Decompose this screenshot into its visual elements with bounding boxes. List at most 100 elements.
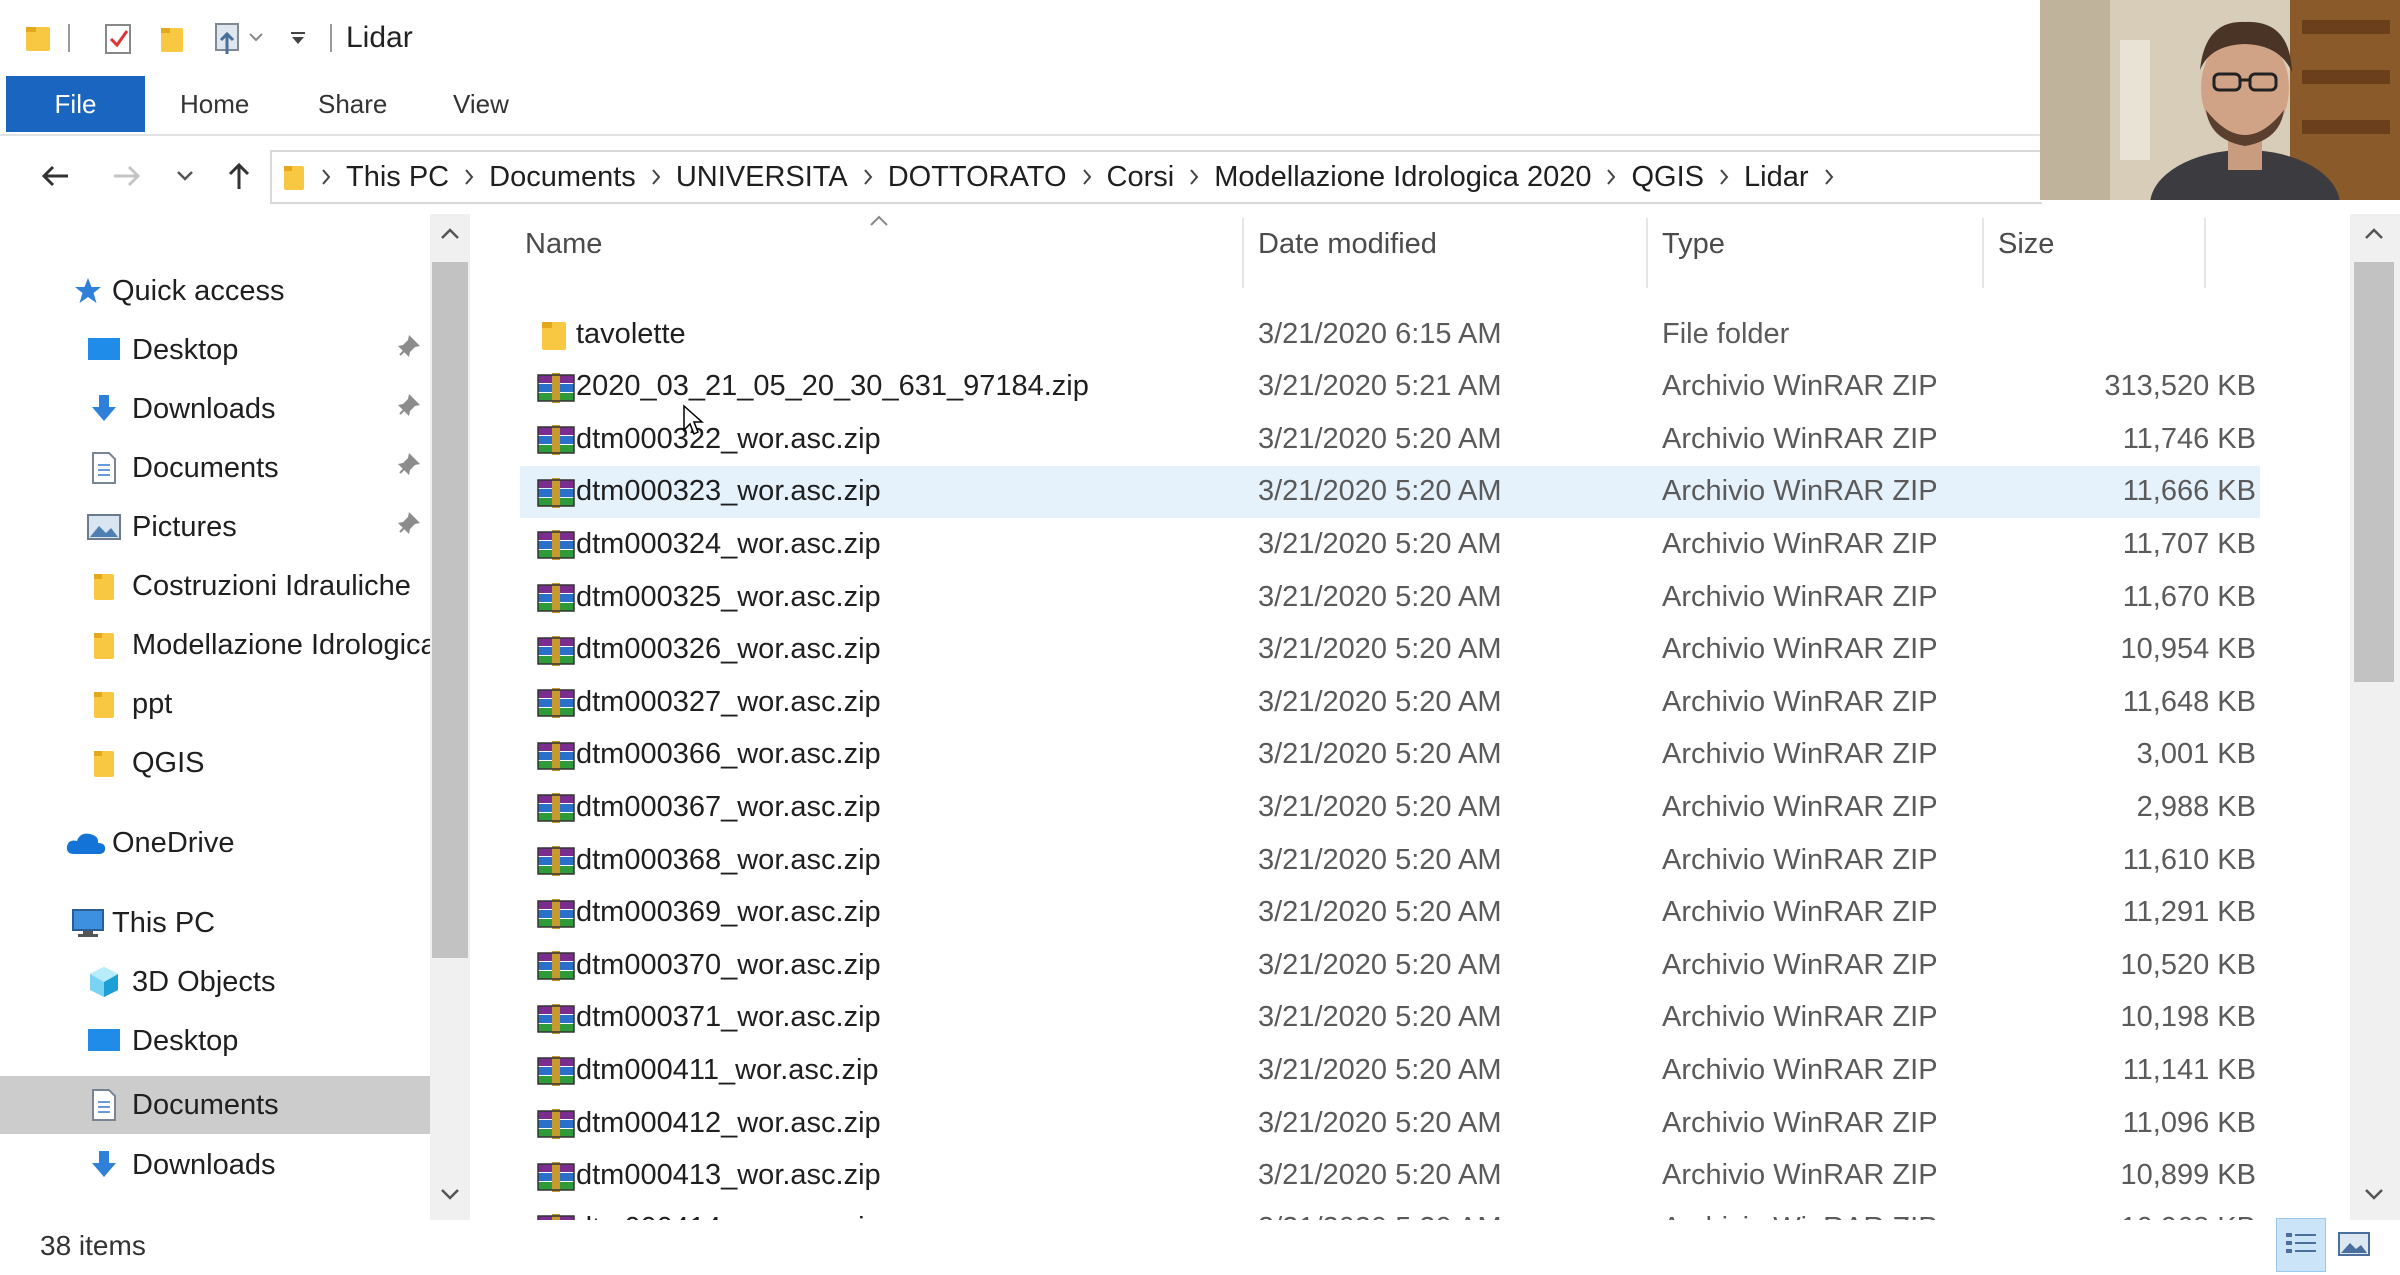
sidebar-item-documents[interactable]: Documents — [0, 439, 430, 497]
file-row[interactable]: dtm000368_wor.asc.zip 3/21/2020 5:20 AM Ar… — [520, 834, 2260, 886]
column-header-type[interactable]: Type — [1662, 228, 1725, 261]
details-view-icon[interactable] — [2276, 1218, 2326, 1272]
sidebar-item-downloads[interactable]: Downloads — [0, 380, 430, 438]
file-row[interactable]: dtm000413_wor.asc.zip 3/21/2020 5:20 AM Ar… — [520, 1150, 2260, 1202]
file-row[interactable]: dtm000367_wor.asc.zip 3/21/2020 5:20 AM Ar… — [520, 781, 2260, 833]
list-scrollbar-thumb[interactable] — [2354, 262, 2394, 682]
up-arrow-icon[interactable] — [222, 150, 256, 202]
large-icons-view-icon[interactable] — [2330, 1218, 2378, 1270]
file-row[interactable]: 2020_03_21_05_20_30_631_97184.zip 3/21/20… — [520, 361, 2260, 413]
file-row[interactable]: dtm000371_wor.asc.zip 3/21/2020 5:20 AM Ar… — [520, 992, 2260, 1044]
file-name: dtm000368_wor.asc.zip — [576, 843, 881, 876]
address-bar[interactable]: This PC Documents UNIVERSITA DOTTORATO C… — [270, 150, 2042, 204]
sidebar-item-label: Pictures — [132, 510, 237, 543]
winrar-archive-icon — [536, 949, 576, 983]
file-row[interactable]: dtm000324_wor.asc.zip 3/21/2020 5:20 AM Ar… — [520, 518, 2260, 570]
sidebar-item-costruzioni-idrauliche[interactable]: Costruzioni Idrauliche — [0, 557, 430, 615]
file-row[interactable]: dtm000370_wor.asc.zip 3/21/2020 5:20 AM Ar… — [520, 939, 2260, 991]
tab-home[interactable]: Home — [180, 76, 249, 132]
breadcrumb-documents[interactable]: Documents — [489, 161, 636, 194]
tab-share[interactable]: Share — [318, 76, 387, 132]
breadcrumb-universita[interactable]: UNIVERSITA — [676, 161, 848, 194]
scroll-down-icon[interactable] — [438, 1186, 462, 1207]
sidebar-item-downloads[interactable]: Downloads — [0, 1136, 430, 1194]
breadcrumb-chevron-icon[interactable] — [1188, 168, 1200, 186]
breadcrumb-modellazione[interactable]: Modellazione Idrologica 2020 — [1214, 161, 1591, 194]
sidebar-item-desktop[interactable]: Desktop — [0, 321, 430, 379]
column-divider[interactable] — [1982, 218, 1984, 288]
customize-toolbar-icon[interactable] — [210, 18, 270, 58]
file-row[interactable]: dtm000326_wor.asc.zip 3/21/2020 5:20 AM Ar… — [520, 624, 2260, 676]
file-row[interactable]: dtm000411_wor.asc.zip 3/21/2020 5:20 AM Ar… — [520, 1044, 2260, 1096]
scroll-up-icon[interactable] — [438, 226, 462, 247]
sidebar-item-label: This PC — [112, 906, 216, 939]
sidebar-item-3d-objects[interactable]: 3D Objects — [0, 953, 430, 1011]
file-date: 3/21/2020 5:20 AM — [1258, 475, 1502, 508]
chevron-down-icon[interactable] — [284, 18, 312, 58]
file-row[interactable]: dtm000412_wor.asc.zip 3/21/2020 5:20 AM Ar… — [520, 1097, 2260, 1149]
breadcrumb-chevron-icon[interactable] — [320, 168, 332, 186]
file-row[interactable]: dtm000414_wor.asc.zip 3/21/2020 5:20 AM Ar… — [520, 1202, 2260, 1220]
sidebar-item-documents[interactable]: Documents — [0, 1076, 430, 1134]
breadcrumb-chevron-icon[interactable] — [650, 168, 662, 186]
file-date: 3/21/2020 5:20 AM — [1258, 685, 1502, 718]
scroll-up-icon[interactable] — [2362, 226, 2386, 247]
file-size: 10,899 KB — [2120, 1159, 2256, 1192]
toolbar-separator — [330, 24, 332, 52]
pin-icon[interactable] — [396, 451, 422, 485]
breadcrumb-chevron-icon[interactable] — [1081, 168, 1093, 186]
breadcrumb-chevron-icon[interactable] — [1823, 168, 1835, 186]
new-folder-icon[interactable] — [154, 18, 190, 58]
file-date: 3/21/2020 5:20 AM — [1258, 738, 1502, 771]
tab-view[interactable]: View — [453, 76, 509, 132]
breadcrumb-dottorato[interactable]: DOTTORATO — [888, 161, 1067, 194]
folder-icon — [90, 747, 118, 779]
breadcrumb-chevron-icon[interactable] — [463, 168, 475, 186]
sidebar-item-desktop[interactable]: Desktop — [0, 1012, 430, 1070]
column-header-date[interactable]: Date modified — [1258, 228, 1437, 261]
scroll-down-icon[interactable] — [2362, 1186, 2386, 1207]
properties-icon[interactable] — [98, 18, 138, 58]
pin-icon[interactable] — [396, 510, 422, 544]
sidebar-item-modellazione-idrologica[interactable]: Modellazione Idrologica 2020 — [0, 616, 430, 674]
sidebar-item-qgis[interactable]: QGIS — [0, 734, 430, 792]
sidebar-item-pictures[interactable]: Pictures — [0, 498, 430, 556]
sidebar-item-quick-access[interactable]: Quick access — [0, 262, 430, 320]
file-row[interactable]: tavolette 3/21/2020 6:15 AM File folder — [520, 308, 2260, 360]
breadcrumb-corsi[interactable]: Corsi — [1107, 161, 1175, 194]
file-row[interactable]: dtm000366_wor.asc.zip 3/21/2020 5:20 AM Ar… — [520, 729, 2260, 781]
file-row[interactable]: dtm000322_wor.asc.zip 3/21/2020 5:20 AM Ar… — [520, 413, 2260, 465]
column-divider[interactable] — [1242, 218, 1244, 288]
forward-arrow-icon[interactable] — [106, 150, 148, 202]
file-type: File folder — [1662, 317, 1790, 350]
pin-icon[interactable] — [396, 333, 422, 367]
sidebar-item-onedrive[interactable]: OneDrive — [0, 814, 430, 872]
file-date: 3/21/2020 5:20 AM — [1258, 633, 1502, 666]
file-row[interactable]: dtm000325_wor.asc.zip 3/21/2020 5:20 AM Ar… — [520, 571, 2260, 623]
tab-file[interactable]: File — [6, 76, 145, 132]
breadcrumb-chevron-icon[interactable] — [862, 168, 874, 186]
nav-scrollbar-thumb[interactable] — [432, 262, 468, 958]
file-date: 3/21/2020 5:20 AM — [1258, 896, 1502, 929]
computer-icon — [70, 908, 106, 938]
breadcrumb-this-pc[interactable]: This PC — [346, 161, 449, 194]
recent-locations-chevron-icon[interactable] — [170, 150, 200, 202]
column-divider[interactable] — [2204, 218, 2206, 288]
sidebar-item-ppt[interactable]: ppt — [0, 675, 430, 733]
breadcrumb-qgis[interactable]: QGIS — [1631, 161, 1704, 194]
breadcrumb-lidar[interactable]: Lidar — [1744, 161, 1809, 194]
file-name: dtm000414_wor.asc.zip — [576, 1212, 881, 1220]
column-divider[interactable] — [1646, 218, 1648, 288]
back-arrow-icon[interactable] — [34, 150, 76, 202]
breadcrumb-chevron-icon[interactable] — [1605, 168, 1617, 186]
file-row[interactable]: dtm000327_wor.asc.zip 3/21/2020 5:20 AM Ar… — [520, 676, 2260, 728]
column-header-name[interactable]: Name — [525, 228, 602, 261]
file-type: Archivio WinRAR ZIP — [1662, 422, 1938, 455]
breadcrumb-chevron-icon[interactable] — [1718, 168, 1730, 186]
column-header-size[interactable]: Size — [1998, 228, 2054, 261]
file-row[interactable]: dtm000323_wor.asc.zip 3/21/2020 5:20 AM Ar… — [520, 465, 2260, 518]
pin-icon[interactable] — [396, 392, 422, 426]
winrar-archive-icon — [536, 844, 576, 878]
file-row[interactable]: dtm000369_wor.asc.zip 3/21/2020 5:20 AM Ar… — [520, 887, 2260, 939]
sidebar-item-this-pc[interactable]: This PC — [0, 894, 430, 952]
